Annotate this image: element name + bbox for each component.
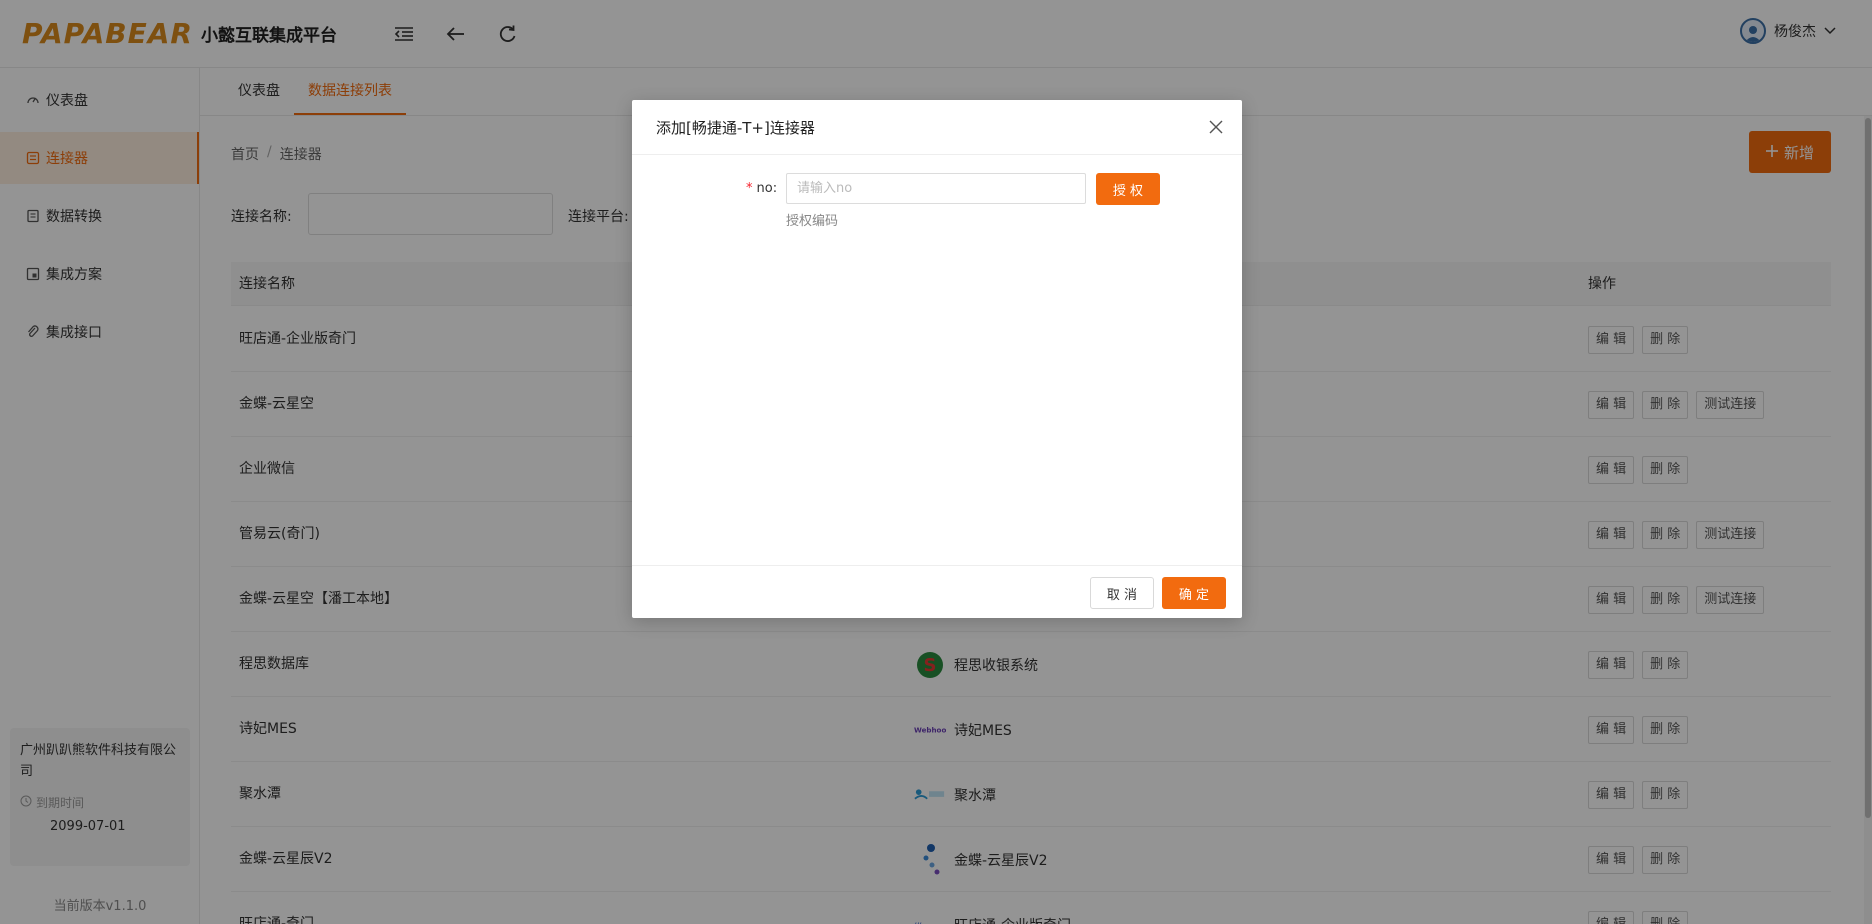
no-field-help: 授权编码 [786, 214, 839, 229]
no-field-label-text: no: [756, 181, 778, 196]
add-connector-dialog: 添加[畅捷通-T+]连接器 *no: 授 权 授权编码 取 消 确 定 [632, 100, 1242, 618]
confirm-button[interactable]: 确 定 [1162, 577, 1226, 609]
authorize-button[interactable]: 授 权 [1096, 173, 1160, 205]
cancel-button[interactable]: 取 消 [1090, 577, 1154, 609]
dialog-footer: 取 消 确 定 [632, 565, 1242, 618]
required-mark: * [746, 181, 753, 196]
close-icon[interactable] [1206, 117, 1226, 137]
dialog-title: 添加[畅捷通-T+]连接器 [656, 119, 815, 137]
no-field-label: * no: [746, 181, 777, 196]
dialog-header: 添加[畅捷通-T+]连接器 [632, 100, 1242, 155]
no-input[interactable] [786, 173, 1086, 204]
